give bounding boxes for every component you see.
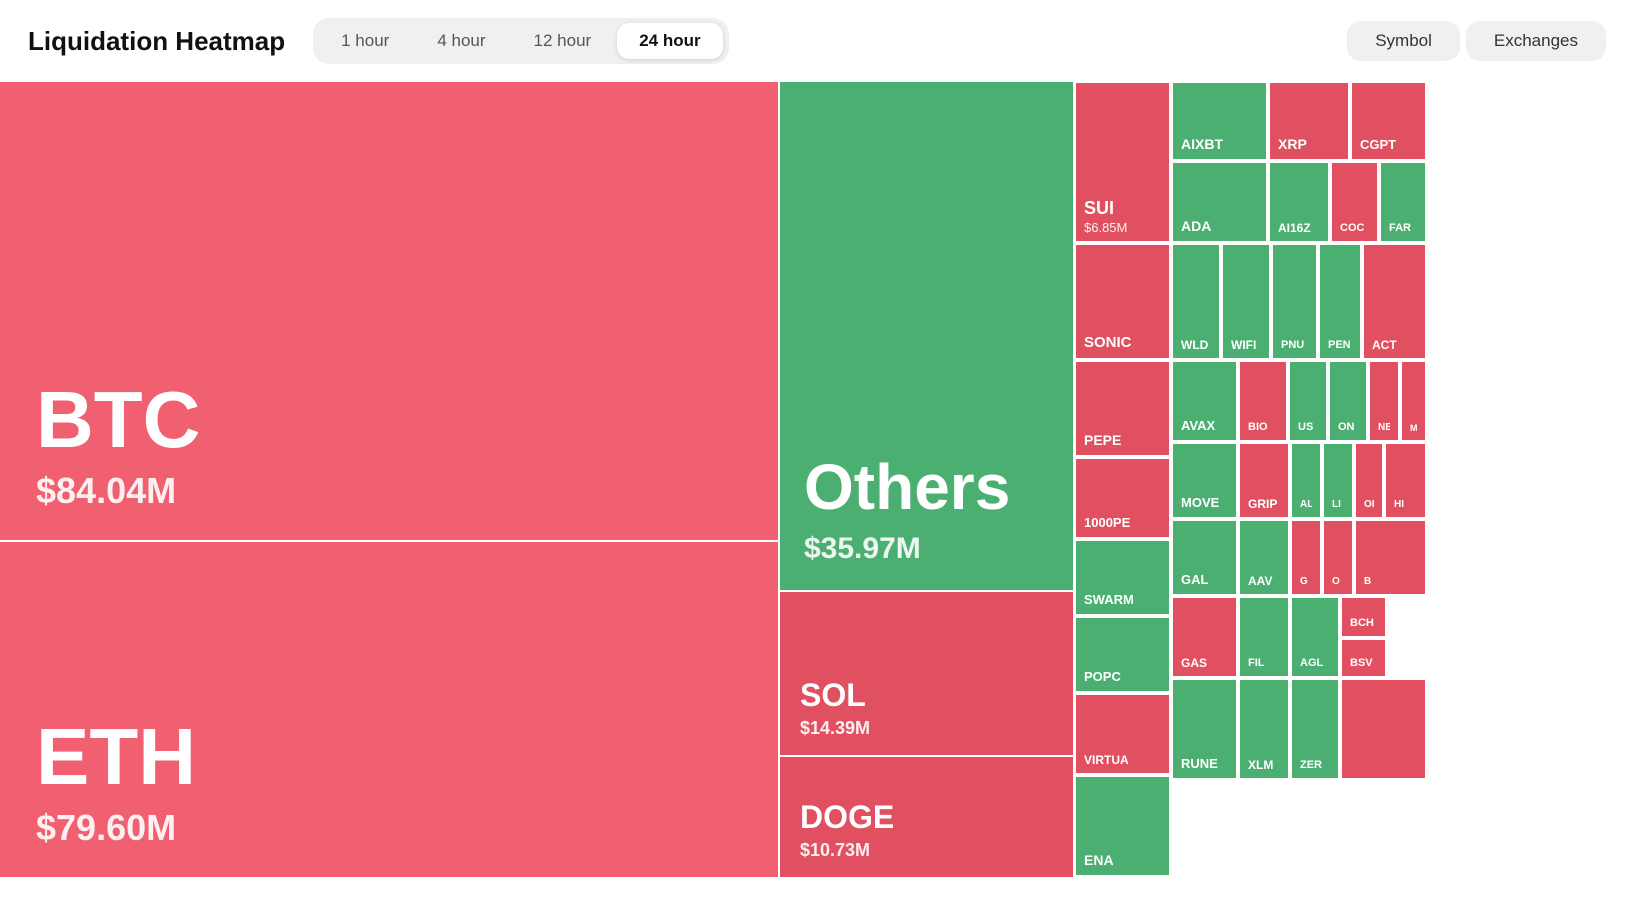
oi-cell[interactable]: OI: [1355, 443, 1383, 518]
mid-column: Others $35.97M SOL $14.39M DOGE $10.73M: [780, 82, 1075, 877]
far-cell[interactable]: FAR: [1380, 162, 1426, 242]
coo-cell[interactable]: COC: [1331, 162, 1378, 242]
others-symbol: Others: [804, 450, 1049, 524]
heatmap: BTC $84.04M ETH $79.60M Others $35.97M S…: [0, 82, 1634, 877]
move-cell[interactable]: MOVE: [1172, 443, 1237, 518]
bsv-cell[interactable]: BSV: [1341, 639, 1386, 677]
ada-cell[interactable]: ADA: [1172, 162, 1267, 242]
xlm-cell[interactable]: XLM: [1239, 679, 1289, 779]
pen-cell[interactable]: PEN: [1319, 244, 1361, 359]
eth-symbol: ETH: [36, 717, 742, 797]
k1000pe-cell[interactable]: 1000PE: [1075, 458, 1170, 538]
time-filter-group: 1 hour 4 hour 12 hour 24 hour: [313, 18, 728, 64]
hi-cell[interactable]: HI: [1385, 443, 1426, 518]
btc-cell[interactable]: BTC $84.04M: [0, 82, 780, 542]
sol-symbol: SOL: [800, 677, 1053, 714]
pepe-cell[interactable]: PEPE: [1075, 361, 1170, 456]
act-cell[interactable]: ACT: [1363, 244, 1426, 359]
grip-cell[interactable]: GRIP: [1239, 443, 1289, 518]
right-filter-group: Symbol Exchanges: [1347, 21, 1606, 61]
xrp-cell[interactable]: XRP: [1269, 82, 1349, 160]
pnu-cell[interactable]: PNU: [1272, 244, 1317, 359]
wifi-cell[interactable]: WIFI: [1222, 244, 1270, 359]
sonic-cell[interactable]: SONIC: [1075, 244, 1170, 359]
doge-symbol: DOGE: [800, 799, 1053, 836]
al-cell[interactable]: AL: [1291, 443, 1321, 518]
g-cell[interactable]: G: [1291, 520, 1321, 595]
ai16z-cell[interactable]: AI16Z: [1269, 162, 1329, 242]
li-cell[interactable]: LI: [1323, 443, 1353, 518]
filter-12hour[interactable]: 12 hour: [512, 23, 614, 59]
rune-cell[interactable]: RUNE: [1172, 679, 1237, 779]
sol-value: $14.39M: [800, 718, 1053, 739]
zer-cell[interactable]: ZER: [1291, 679, 1339, 779]
doge-value: $10.73M: [800, 840, 1053, 861]
gal-cell[interactable]: GAL: [1172, 520, 1237, 595]
wld-cell[interactable]: WLD: [1172, 244, 1220, 359]
agl-cell[interactable]: AGL: [1291, 597, 1339, 677]
fil-cell[interactable]: FIL: [1239, 597, 1289, 677]
o-cell[interactable]: O: [1323, 520, 1353, 595]
mo-cell[interactable]: MO: [1401, 361, 1426, 441]
btc-value: $84.04M: [36, 470, 742, 512]
aav-cell[interactable]: AAV: [1239, 520, 1289, 595]
us-cell[interactable]: US: [1289, 361, 1327, 441]
gas-cell[interactable]: GAS: [1172, 597, 1237, 677]
extra-red-cell[interactable]: [1341, 679, 1426, 779]
aixbt-cell[interactable]: AIXBT: [1172, 82, 1267, 160]
swarm-cell[interactable]: SWARM: [1075, 540, 1170, 615]
avax-cell[interactable]: AVAX: [1172, 361, 1237, 441]
bch-cell[interactable]: BCH: [1341, 597, 1386, 637]
sol-cell[interactable]: SOL $14.39M: [780, 592, 1075, 757]
right-grid: SUI $6.85M AIXBT XRP CGPT SONIC ADA AI16…: [1075, 82, 1634, 877]
btc-symbol: BTC: [36, 380, 742, 460]
filter-1hour[interactable]: 1 hour: [319, 23, 411, 59]
symbol-button[interactable]: Symbol: [1347, 21, 1460, 61]
left-column: BTC $84.04M ETH $79.60M: [0, 82, 780, 877]
bio-cell[interactable]: BIO: [1239, 361, 1287, 441]
cgpt-cell[interactable]: CGPT: [1351, 82, 1426, 160]
eth-cell[interactable]: ETH $79.60M: [0, 542, 780, 877]
doge-cell[interactable]: DOGE $10.73M: [780, 757, 1075, 877]
others-cell[interactable]: Others $35.97M: [780, 82, 1075, 592]
exchanges-button[interactable]: Exchanges: [1466, 21, 1606, 61]
filter-24hour[interactable]: 24 hour: [617, 23, 722, 59]
filter-4hour[interactable]: 4 hour: [415, 23, 507, 59]
on-cell[interactable]: ON: [1329, 361, 1367, 441]
ena-cell[interactable]: ENA: [1075, 776, 1170, 876]
eth-value: $79.60M: [36, 807, 742, 849]
app-title: Liquidation Heatmap: [28, 26, 285, 57]
popc-cell[interactable]: POPC: [1075, 617, 1170, 692]
ne-cell[interactable]: NE: [1369, 361, 1399, 441]
sui-cell[interactable]: SUI $6.85M: [1075, 82, 1170, 242]
header: Liquidation Heatmap 1 hour 4 hour 12 hou…: [0, 0, 1634, 82]
virtua-cell[interactable]: VIRTUA: [1075, 694, 1170, 774]
b-cell[interactable]: B: [1355, 520, 1426, 595]
others-value: $35.97M: [804, 532, 1049, 566]
